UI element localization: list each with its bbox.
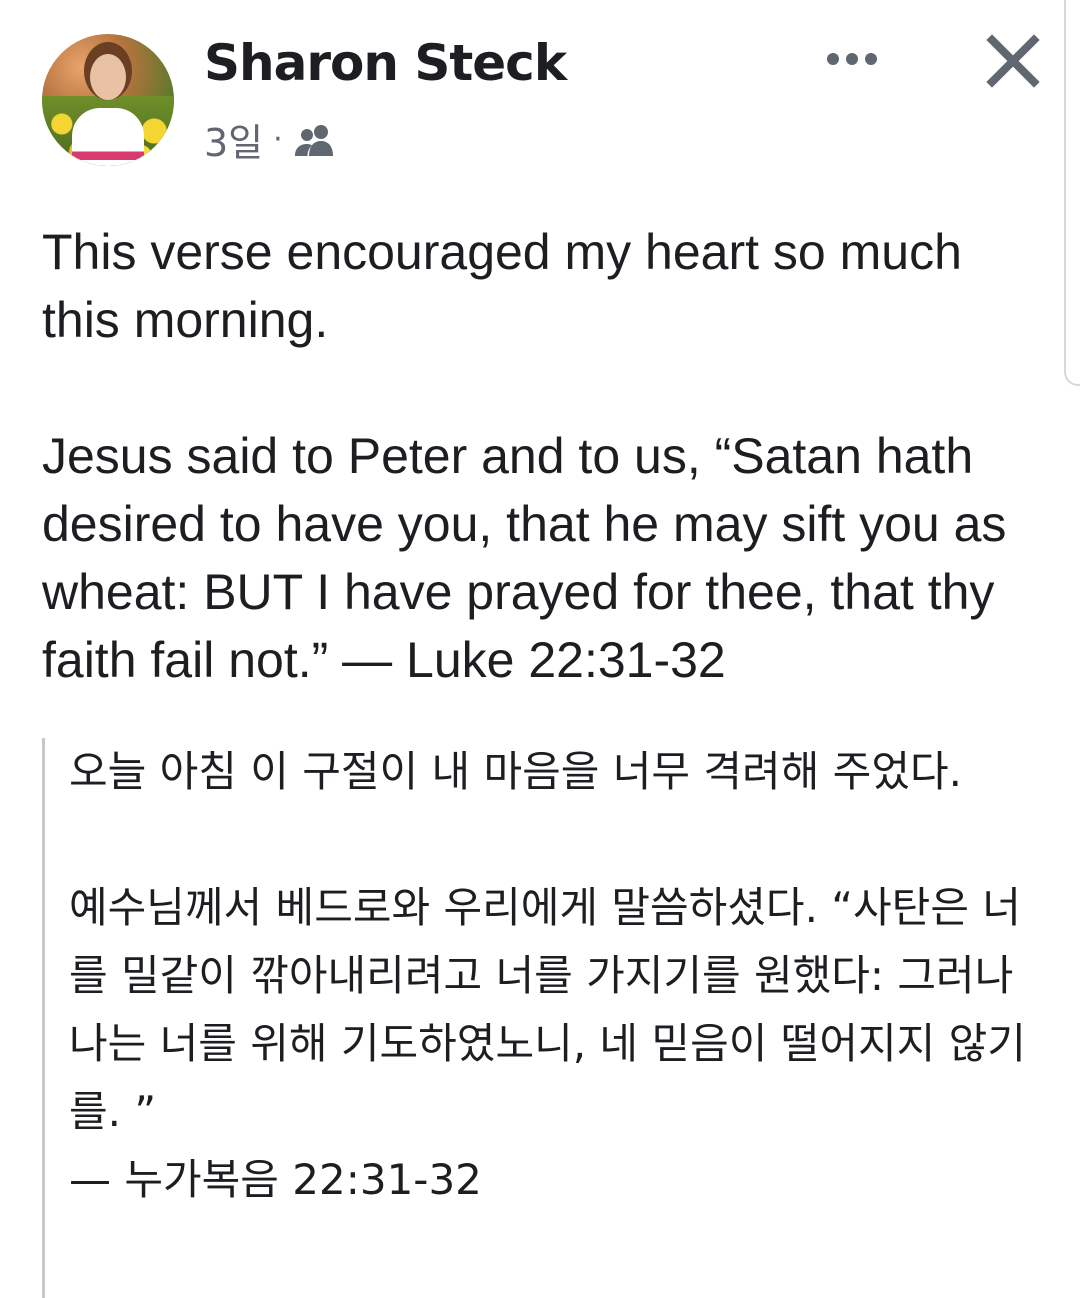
more-dot [846, 53, 858, 65]
close-icon[interactable] [986, 34, 1040, 88]
translation-block: 오늘 아침 이 구절이 내 마음을 너무 격려해 주었다. 예수님께서 베드로와… [42, 738, 1045, 1298]
avatar-shirt [72, 108, 144, 166]
post-meta: 3일 · [204, 112, 337, 167]
scrollbar[interactable] [1064, 0, 1080, 386]
more-dot [865, 53, 877, 65]
friends-icon[interactable] [293, 122, 337, 158]
translation-text: 오늘 아침 이 구절이 내 마음을 너무 격려해 주었다. 예수님께서 베드로와… [69, 747, 1026, 1204]
more-dot [827, 53, 839, 65]
post-body: This verse encouraged my heart so much t… [42, 224, 1007, 688]
post-timestamp[interactable]: 3일 [204, 112, 263, 167]
author-avatar[interactable] [42, 34, 174, 166]
meta-separator: · [273, 122, 283, 157]
more-options-button[interactable] [820, 42, 884, 76]
author-name[interactable]: Sharon Steck [204, 34, 567, 92]
avatar-face [90, 54, 126, 100]
